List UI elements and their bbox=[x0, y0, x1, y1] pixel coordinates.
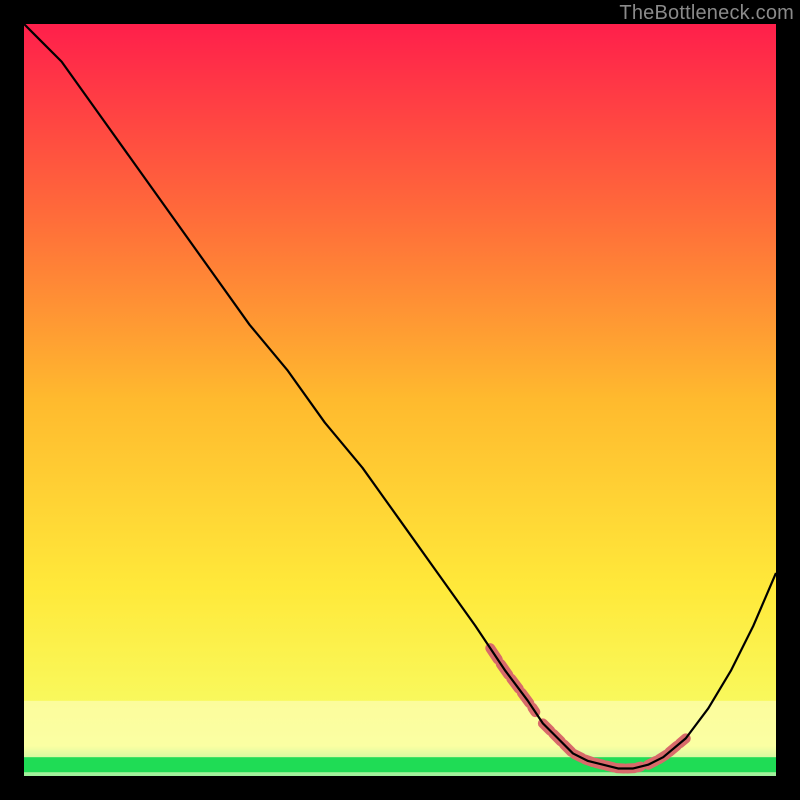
chart-background bbox=[24, 24, 776, 776]
chart-frame: TheBottleneck.com bbox=[0, 0, 800, 800]
watermark-text: TheBottleneck.com bbox=[619, 2, 794, 25]
bottleneck-chart bbox=[24, 24, 776, 776]
chart-svg bbox=[24, 24, 776, 776]
